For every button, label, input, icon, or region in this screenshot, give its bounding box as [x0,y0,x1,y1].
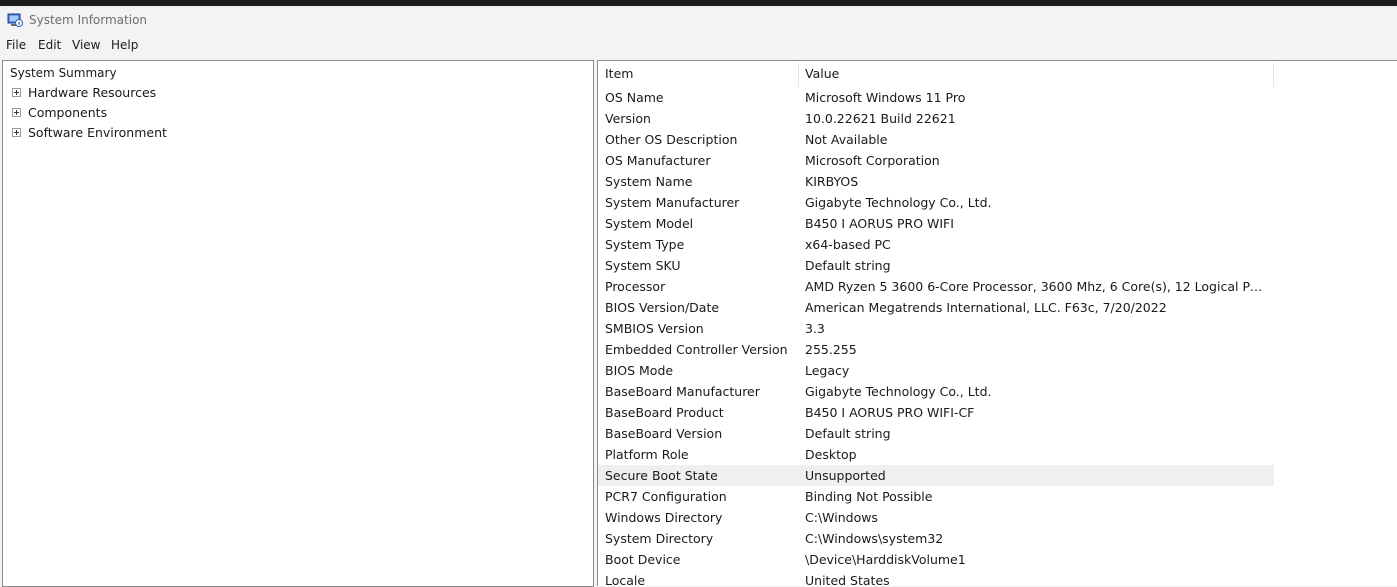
table-row[interactable]: System Name KIRBYOS [598,171,1274,192]
table-row[interactable]: OS Name Microsoft Windows 11 Pro [598,87,1274,108]
row-value-cell: B450 I AORUS PRO WIFI [805,216,954,231]
row-item-cell: SMBIOS Version [605,321,704,336]
row-value-cell: Unsupported [805,468,886,483]
category-tree[interactable]: System Summary Hardware Resources Compon… [2,60,594,587]
table-row[interactable]: System Model B450 I AORUS PRO WIFI [598,213,1274,234]
row-item-cell: Secure Boot State [605,468,718,483]
table-row[interactable]: Processor AMD Ryzen 5 3600 6-Core Process… [598,276,1274,297]
row-item-cell: System Directory [605,531,714,546]
expand-plus-icon[interactable] [12,88,21,97]
menu-file[interactable]: File [6,38,26,52]
tree-item-system-summary[interactable]: System Summary [8,63,119,83]
row-value-cell: 10.0.22621 Build 22621 [805,111,956,126]
column-divider[interactable] [798,63,799,87]
row-value-cell: \Device\HarddiskVolume1 [805,552,966,567]
row-value-cell: Legacy [805,363,850,378]
column-divider[interactable] [1273,63,1274,87]
menu-edit[interactable]: Edit [38,38,61,52]
row-value-cell: Gigabyte Technology Co., Ltd. [805,195,992,210]
tree-item-label: Hardware Resources [28,85,157,100]
table-row[interactable]: BaseBoard Product B450 I AORUS PRO WIFI-C… [598,402,1274,423]
row-value-cell: C:\Windows [805,510,878,525]
table-row[interactable]: System Directory C:\Windows\system32 [598,528,1274,549]
row-item-cell: System Name [605,174,693,189]
table-row[interactable]: Boot Device \Device\HarddiskVolume1 [598,549,1274,570]
row-value-cell: Microsoft Windows 11 Pro [805,90,966,105]
table-row[interactable]: Secure Boot State Unsupported [598,465,1274,486]
table-row[interactable]: BIOS Version/Date American Megatrends Int… [598,297,1274,318]
row-value-cell: AMD Ryzen 5 3600 6-Core Processor, 3600 … [805,279,1267,294]
row-value-cell: American Megatrends International, LLC. … [805,300,1167,315]
row-item-cell: System Type [605,237,685,252]
row-value-cell: 255.255 [805,342,857,357]
row-item-cell: Platform Role [605,447,689,462]
row-item-cell: Windows Directory [605,510,723,525]
row-value-cell: C:\Windows\system32 [805,531,944,546]
table-row[interactable]: System Type x64-based PC [598,234,1274,255]
column-header-value[interactable]: Value [805,61,839,87]
window-title: System Information [29,13,148,27]
table-row[interactable]: Version 10.0.22621 Build 22621 [598,108,1274,129]
row-value-cell: Binding Not Possible [805,489,933,504]
title-bar[interactable]: System Information [0,6,1397,36]
column-header-item[interactable]: Item [605,61,633,87]
table-row[interactable]: System Manufacturer Gigabyte Technology C… [598,192,1274,213]
row-item-cell: Other OS Description [605,132,738,147]
row-value-cell: Default string [805,258,891,273]
row-item-cell: Boot Device [605,552,681,567]
table-row[interactable]: Windows Directory C:\Windows [598,507,1274,528]
row-item-cell: Processor [605,279,666,294]
table-row[interactable]: OS Manufacturer Microsoft Corporation [598,150,1274,171]
table-row[interactable]: Platform Role Desktop [598,444,1274,465]
tree-item-label: Components [28,105,108,120]
row-item-cell: Locale [605,573,646,586]
table-row[interactable]: PCR7 Configuration Binding Not Possible [598,486,1274,507]
table-row[interactable]: BIOS Mode Legacy [598,360,1274,381]
system-information-app-icon [7,13,23,27]
menu-help[interactable]: Help [111,38,138,52]
row-value-cell: Microsoft Corporation [805,153,940,168]
row-value-cell: x64-based PC [805,237,891,252]
row-item-cell: OS Name [605,90,664,105]
tree-item-hardware-resources[interactable]: Hardware Resources [3,83,403,103]
row-item-cell: Version [605,111,651,126]
row-value-cell: KIRBYOS [805,174,859,189]
row-item-cell: OS Manufacturer [605,153,711,168]
row-item-cell: System SKU [605,258,681,273]
row-value-cell: Default string [805,426,891,441]
row-value-cell: Gigabyte Technology Co., Ltd. [805,384,992,399]
row-value-cell: Not Available [805,132,888,147]
row-item-cell: BaseBoard Version [605,426,723,441]
row-item-cell: System Model [605,216,694,231]
row-item-cell: BaseBoard Product [605,405,724,420]
table-row[interactable]: BaseBoard Manufacturer Gigabyte Technolog… [598,381,1274,402]
expand-plus-icon[interactable] [12,108,21,117]
menu-view[interactable]: View [72,38,100,52]
details-list[interactable]: Item Value OS Name Microsoft Windows 11 P… [597,60,1397,586]
tree-item-label: Software Environment [28,125,167,140]
table-row[interactable]: Other OS Description Not Available [598,129,1274,150]
menu-bar: File Edit View Help [0,36,1397,56]
table-row[interactable]: SMBIOS Version 3.3 [598,318,1274,339]
row-item-cell: Embedded Controller Version [605,342,788,357]
row-value-cell: 3.3 [805,321,825,336]
row-item-cell: BIOS Mode [605,363,674,378]
table-row[interactable]: BaseBoard Version Default string [598,423,1274,444]
row-item-cell: PCR7 Configuration [605,489,727,504]
table-row[interactable]: System SKU Default string [598,255,1274,276]
row-value-cell: Desktop [805,447,857,462]
tree-item-software-environment[interactable]: Software Environment [3,123,403,143]
table-row[interactable]: Embedded Controller Version 255.255 [598,339,1274,360]
expand-plus-icon[interactable] [12,128,21,137]
row-value-cell: United States [805,573,890,586]
table-row[interactable]: Locale United States [598,570,1274,586]
row-item-cell: BaseBoard Manufacturer [605,384,760,399]
row-value-cell: B450 I AORUS PRO WIFI-CF [805,405,975,420]
row-item-cell: BIOS Version/Date [605,300,720,315]
tree-item-components[interactable]: Components [3,103,403,123]
row-item-cell: System Manufacturer [605,195,740,210]
